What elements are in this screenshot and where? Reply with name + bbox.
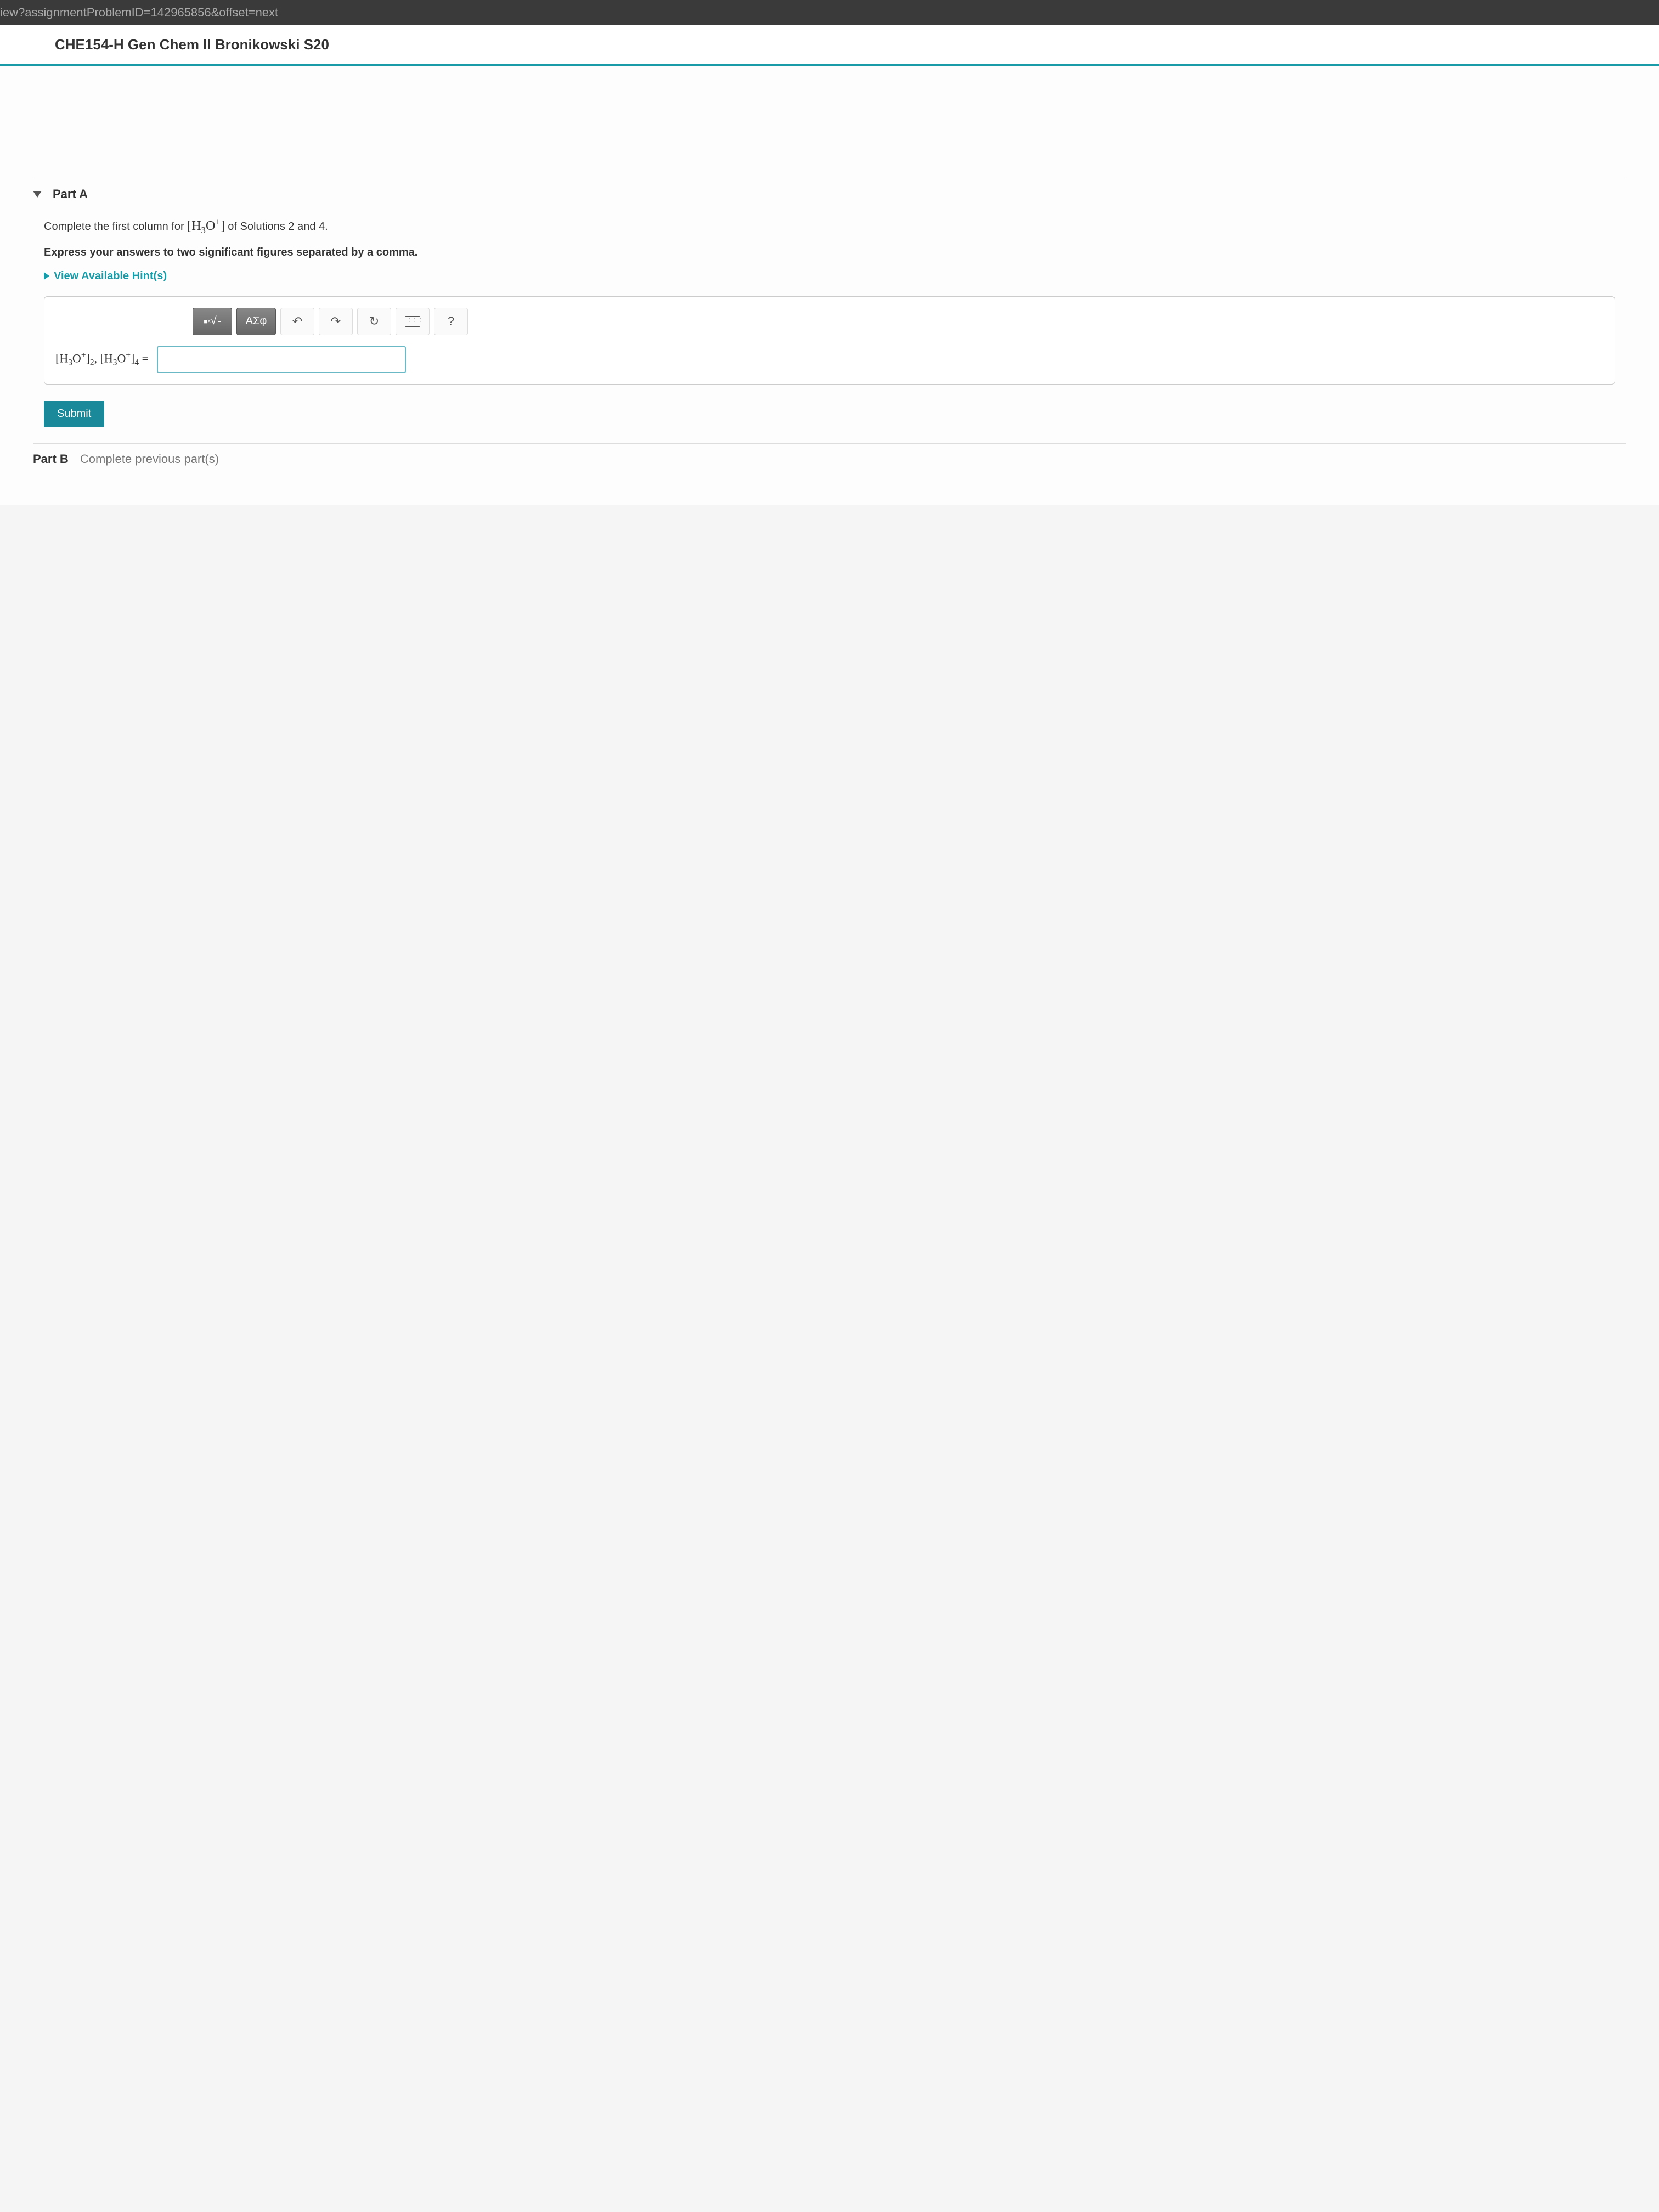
view-hints-link[interactable]: View Available Hint(s) — [33, 267, 1626, 296]
templates-button[interactable]: ■x√ — [193, 308, 232, 335]
hints-label: View Available Hint(s) — [54, 270, 167, 283]
keyboard-button[interactable] — [396, 308, 430, 335]
answer-label: [H3O+]2, [H3O+]4 = — [55, 351, 149, 368]
question-text: Complete the first column for [H3O+] of … — [33, 210, 1626, 244]
redo-button[interactable]: ↷ — [319, 308, 353, 335]
question-instruction: Express your answers to two significant … — [33, 244, 1626, 267]
equation-toolbar: ■x√ ΑΣφ ↶ ↷ ↻ ? — [193, 308, 1604, 335]
expand-icon — [44, 272, 49, 280]
url-text: iew?assignmentProblemID=142965856&offset… — [0, 5, 278, 19]
course-title: CHE154-H Gen Chem II Bronikowski S20 — [0, 25, 1659, 66]
part-b-row: Part B Complete previous part(s) — [33, 443, 1626, 475]
part-b-text: Complete previous part(s) — [80, 452, 219, 466]
templates-icon: √ — [211, 315, 217, 328]
content-area: Part A Complete the first column for [H3… — [0, 66, 1659, 505]
answer-box: ■x√ ΑΣφ ↶ ↷ ↻ ? [H3O+]2, [H3O+]4 = — [44, 296, 1615, 385]
part-b-label: Part B — [33, 452, 69, 466]
answer-row: [H3O+]2, [H3O+]4 = — [55, 346, 1604, 373]
greek-button[interactable]: ΑΣφ — [236, 308, 276, 335]
address-bar: iew?assignmentProblemID=142965856&offset… — [0, 0, 1659, 25]
part-a-label: Part A — [53, 187, 88, 201]
question-suffix: of Solutions 2 and 4. — [225, 221, 328, 233]
submit-button[interactable]: Submit — [44, 401, 104, 427]
keyboard-icon — [405, 316, 420, 327]
collapse-icon — [33, 191, 42, 198]
question-prefix: Complete the first column for — [44, 221, 187, 233]
undo-button[interactable]: ↶ — [280, 308, 314, 335]
reset-button[interactable]: ↻ — [357, 308, 391, 335]
answer-input[interactable] — [157, 346, 406, 373]
part-a-header[interactable]: Part A — [33, 176, 1626, 210]
help-button[interactable]: ? — [434, 308, 468, 335]
spacer — [33, 66, 1626, 176]
